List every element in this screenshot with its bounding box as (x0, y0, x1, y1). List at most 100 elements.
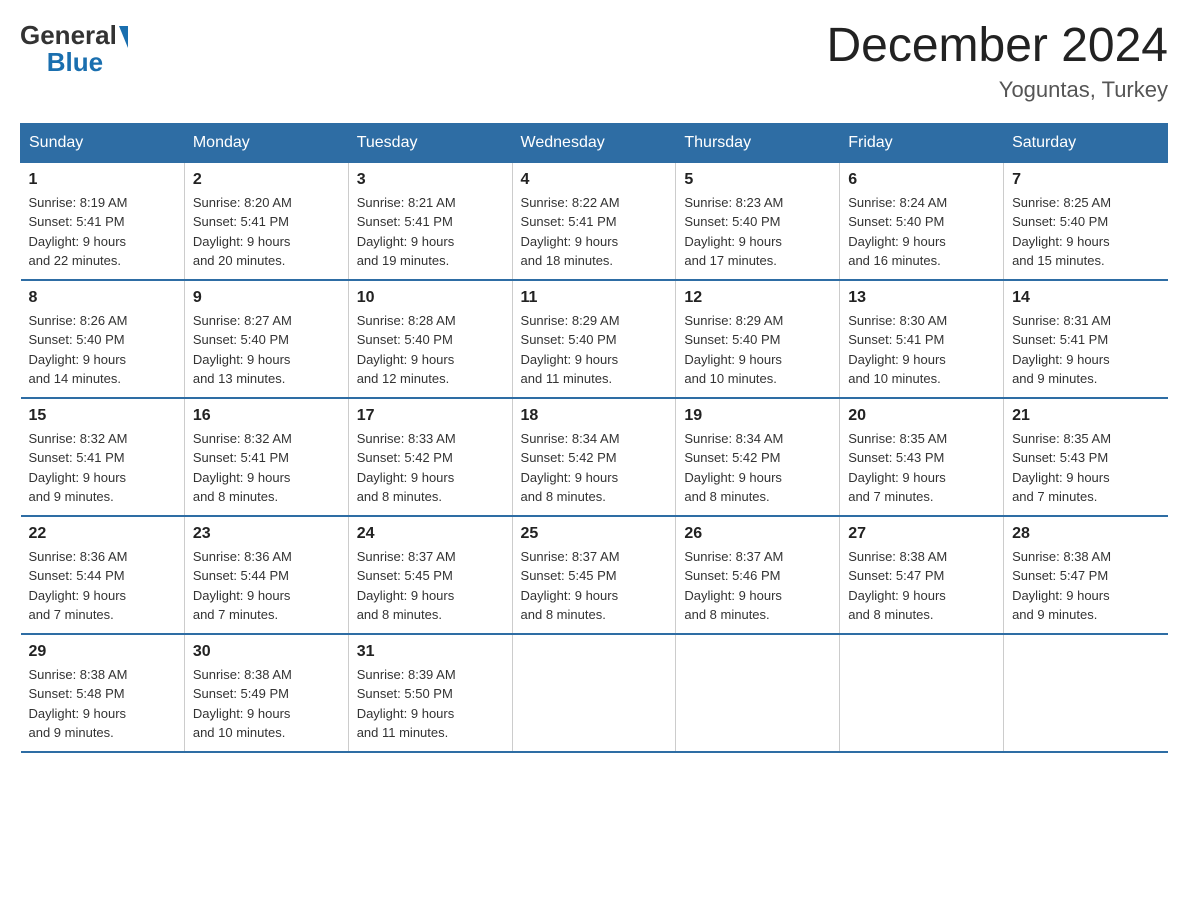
header-thursday: Thursday (676, 123, 840, 162)
day-info: Sunrise: 8:26 AM Sunset: 5:40 PM Dayligh… (29, 311, 176, 389)
day-number: 25 (521, 525, 668, 543)
day-info: Sunrise: 8:33 AM Sunset: 5:42 PM Dayligh… (357, 429, 504, 507)
table-row: 15 Sunrise: 8:32 AM Sunset: 5:41 PM Dayl… (21, 398, 185, 516)
table-row: 14 Sunrise: 8:31 AM Sunset: 5:41 PM Dayl… (1004, 280, 1168, 398)
calendar-subtitle: Yoguntas, Turkey (826, 77, 1168, 103)
table-row: 10 Sunrise: 8:28 AM Sunset: 5:40 PM Dayl… (348, 280, 512, 398)
day-info: Sunrise: 8:37 AM Sunset: 5:46 PM Dayligh… (684, 547, 831, 625)
table-row: 8 Sunrise: 8:26 AM Sunset: 5:40 PM Dayli… (21, 280, 185, 398)
header-tuesday: Tuesday (348, 123, 512, 162)
day-info: Sunrise: 8:31 AM Sunset: 5:41 PM Dayligh… (1012, 311, 1159, 389)
calendar-week-row: 15 Sunrise: 8:32 AM Sunset: 5:41 PM Dayl… (21, 398, 1168, 516)
table-row: 24 Sunrise: 8:37 AM Sunset: 5:45 PM Dayl… (348, 516, 512, 634)
day-number: 12 (684, 289, 831, 307)
table-row: 16 Sunrise: 8:32 AM Sunset: 5:41 PM Dayl… (184, 398, 348, 516)
day-number: 7 (1012, 171, 1159, 189)
day-info: Sunrise: 8:35 AM Sunset: 5:43 PM Dayligh… (848, 429, 995, 507)
table-row: 29 Sunrise: 8:38 AM Sunset: 5:48 PM Dayl… (21, 634, 185, 752)
day-number: 19 (684, 407, 831, 425)
day-number: 8 (29, 289, 176, 307)
day-number: 10 (357, 289, 504, 307)
day-number: 21 (1012, 407, 1159, 425)
day-info: Sunrise: 8:24 AM Sunset: 5:40 PM Dayligh… (848, 193, 995, 271)
day-info: Sunrise: 8:29 AM Sunset: 5:40 PM Dayligh… (684, 311, 831, 389)
day-number: 18 (521, 407, 668, 425)
day-info: Sunrise: 8:25 AM Sunset: 5:40 PM Dayligh… (1012, 193, 1159, 271)
day-info: Sunrise: 8:20 AM Sunset: 5:41 PM Dayligh… (193, 193, 340, 271)
day-number: 9 (193, 289, 340, 307)
header-wednesday: Wednesday (512, 123, 676, 162)
day-info: Sunrise: 8:36 AM Sunset: 5:44 PM Dayligh… (29, 547, 176, 625)
header-sunday: Sunday (21, 123, 185, 162)
calendar-table: Sunday Monday Tuesday Wednesday Thursday… (20, 123, 1168, 753)
day-number: 16 (193, 407, 340, 425)
day-number: 11 (521, 289, 668, 307)
day-number: 29 (29, 643, 176, 661)
day-number: 22 (29, 525, 176, 543)
calendar-week-row: 22 Sunrise: 8:36 AM Sunset: 5:44 PM Dayl… (21, 516, 1168, 634)
day-info: Sunrise: 8:38 AM Sunset: 5:48 PM Dayligh… (29, 665, 176, 743)
day-info: Sunrise: 8:35 AM Sunset: 5:43 PM Dayligh… (1012, 429, 1159, 507)
day-info: Sunrise: 8:34 AM Sunset: 5:42 PM Dayligh… (684, 429, 831, 507)
calendar-week-row: 1 Sunrise: 8:19 AM Sunset: 5:41 PM Dayli… (21, 162, 1168, 280)
day-number: 24 (357, 525, 504, 543)
logo-blue-text: Blue (47, 47, 103, 78)
day-info: Sunrise: 8:19 AM Sunset: 5:41 PM Dayligh… (29, 193, 176, 271)
table-row: 13 Sunrise: 8:30 AM Sunset: 5:41 PM Dayl… (840, 280, 1004, 398)
table-row: 1 Sunrise: 8:19 AM Sunset: 5:41 PM Dayli… (21, 162, 185, 280)
table-row: 20 Sunrise: 8:35 AM Sunset: 5:43 PM Dayl… (840, 398, 1004, 516)
table-row: 2 Sunrise: 8:20 AM Sunset: 5:41 PM Dayli… (184, 162, 348, 280)
table-row: 21 Sunrise: 8:35 AM Sunset: 5:43 PM Dayl… (1004, 398, 1168, 516)
header-friday: Friday (840, 123, 1004, 162)
table-row: 12 Sunrise: 8:29 AM Sunset: 5:40 PM Dayl… (676, 280, 840, 398)
day-info: Sunrise: 8:39 AM Sunset: 5:50 PM Dayligh… (357, 665, 504, 743)
day-info: Sunrise: 8:37 AM Sunset: 5:45 PM Dayligh… (521, 547, 668, 625)
day-info: Sunrise: 8:34 AM Sunset: 5:42 PM Dayligh… (521, 429, 668, 507)
header-monday: Monday (184, 123, 348, 162)
title-area: December 2024 Yoguntas, Turkey (826, 20, 1168, 103)
day-info: Sunrise: 8:29 AM Sunset: 5:40 PM Dayligh… (521, 311, 668, 389)
table-row: 3 Sunrise: 8:21 AM Sunset: 5:41 PM Dayli… (348, 162, 512, 280)
day-number: 15 (29, 407, 176, 425)
day-number: 17 (357, 407, 504, 425)
table-row: 31 Sunrise: 8:39 AM Sunset: 5:50 PM Dayl… (348, 634, 512, 752)
day-number: 2 (193, 171, 340, 189)
table-row (840, 634, 1004, 752)
day-number: 31 (357, 643, 504, 661)
logo: General Blue (20, 20, 128, 78)
table-row: 17 Sunrise: 8:33 AM Sunset: 5:42 PM Dayl… (348, 398, 512, 516)
calendar-week-row: 29 Sunrise: 8:38 AM Sunset: 5:48 PM Dayl… (21, 634, 1168, 752)
day-info: Sunrise: 8:38 AM Sunset: 5:49 PM Dayligh… (193, 665, 340, 743)
table-row: 11 Sunrise: 8:29 AM Sunset: 5:40 PM Dayl… (512, 280, 676, 398)
day-number: 13 (848, 289, 995, 307)
day-info: Sunrise: 8:22 AM Sunset: 5:41 PM Dayligh… (521, 193, 668, 271)
table-row: 7 Sunrise: 8:25 AM Sunset: 5:40 PM Dayli… (1004, 162, 1168, 280)
table-row: 28 Sunrise: 8:38 AM Sunset: 5:47 PM Dayl… (1004, 516, 1168, 634)
calendar-week-row: 8 Sunrise: 8:26 AM Sunset: 5:40 PM Dayli… (21, 280, 1168, 398)
day-info: Sunrise: 8:32 AM Sunset: 5:41 PM Dayligh… (29, 429, 176, 507)
table-row: 23 Sunrise: 8:36 AM Sunset: 5:44 PM Dayl… (184, 516, 348, 634)
day-info: Sunrise: 8:23 AM Sunset: 5:40 PM Dayligh… (684, 193, 831, 271)
day-number: 14 (1012, 289, 1159, 307)
day-info: Sunrise: 8:38 AM Sunset: 5:47 PM Dayligh… (848, 547, 995, 625)
day-number: 26 (684, 525, 831, 543)
day-info: Sunrise: 8:38 AM Sunset: 5:47 PM Dayligh… (1012, 547, 1159, 625)
table-row: 4 Sunrise: 8:22 AM Sunset: 5:41 PM Dayli… (512, 162, 676, 280)
table-row (676, 634, 840, 752)
table-row: 6 Sunrise: 8:24 AM Sunset: 5:40 PM Dayli… (840, 162, 1004, 280)
day-info: Sunrise: 8:32 AM Sunset: 5:41 PM Dayligh… (193, 429, 340, 507)
table-row: 30 Sunrise: 8:38 AM Sunset: 5:49 PM Dayl… (184, 634, 348, 752)
day-number: 6 (848, 171, 995, 189)
table-row: 5 Sunrise: 8:23 AM Sunset: 5:40 PM Dayli… (676, 162, 840, 280)
day-info: Sunrise: 8:36 AM Sunset: 5:44 PM Dayligh… (193, 547, 340, 625)
table-row: 22 Sunrise: 8:36 AM Sunset: 5:44 PM Dayl… (21, 516, 185, 634)
day-info: Sunrise: 8:37 AM Sunset: 5:45 PM Dayligh… (357, 547, 504, 625)
day-info: Sunrise: 8:27 AM Sunset: 5:40 PM Dayligh… (193, 311, 340, 389)
table-row: 25 Sunrise: 8:37 AM Sunset: 5:45 PM Dayl… (512, 516, 676, 634)
day-info: Sunrise: 8:28 AM Sunset: 5:40 PM Dayligh… (357, 311, 504, 389)
day-number: 20 (848, 407, 995, 425)
table-row: 19 Sunrise: 8:34 AM Sunset: 5:42 PM Dayl… (676, 398, 840, 516)
weekday-header-row: Sunday Monday Tuesday Wednesday Thursday… (21, 123, 1168, 162)
day-number: 23 (193, 525, 340, 543)
table-row (1004, 634, 1168, 752)
